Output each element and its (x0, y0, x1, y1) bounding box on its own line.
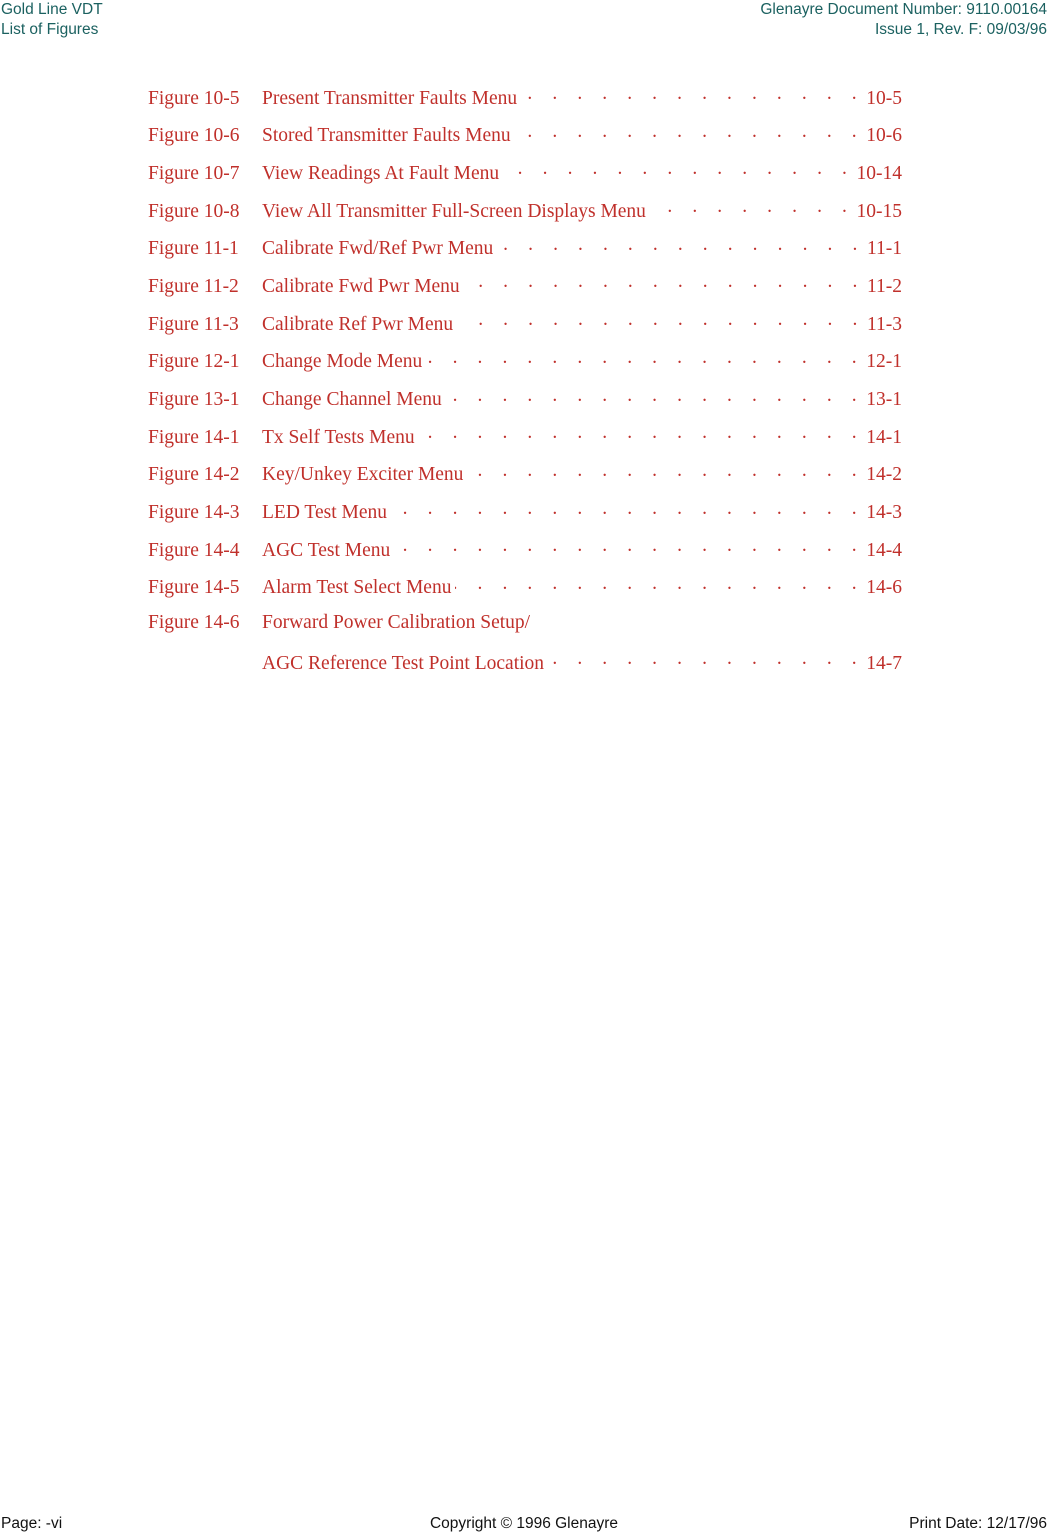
figure-entry-label: Figure 12-1 (148, 351, 240, 373)
figure-entry-page-number: 10-15 (856, 200, 903, 222)
figure-entry-label: Figure 10-5 (148, 87, 240, 109)
header-section-title: List of Figures (1, 20, 99, 38)
figure-entry-title: Alarm Test Select Menu (262, 577, 452, 599)
figure-entry-page-number: 10-14 (856, 162, 903, 184)
header-left-block: Gold Line VDT List of Figures (1, 0, 103, 39)
figure-entry-page-number: 14-6 (866, 577, 902, 599)
figure-entry-row[interactable]: Figure 14-4 AGC Test Menu 14-4 (148, 536, 902, 574)
figure-entry-title: Key/Unkey Exciter Menu (262, 464, 464, 486)
figure-entry-label: Figure 11-2 (148, 275, 239, 297)
figure-entry-row[interactable]: Figure 14-6 Forward Power Calibration Set… (148, 612, 902, 650)
footer-page-number: Page: -vi (1, 1515, 63, 1532)
figure-entry-title: Tx Self Tests Menu (262, 426, 415, 448)
figure-entry-page-number: 14-1 (866, 426, 902, 448)
footer-copyright: Copyright © 1996 Glenayre (429, 1515, 619, 1532)
figure-entry-label: Figure 14-5 (148, 577, 240, 599)
figure-entry-row[interactable]: Figure 11-1 Calibrate Fwd/Ref Pwr Menu 11-… (148, 235, 902, 273)
dot-leader (394, 536, 864, 556)
figure-entry-row[interactable]: Figure 14-3 LED Test Menu 14-3 (148, 499, 902, 537)
figure-entry-row[interactable]: Figure 10-8 View All Transmitter Full-Scr… (148, 197, 902, 235)
figure-entry-page-number: 11-3 (866, 313, 902, 335)
figure-entry-row[interactable]: Figure 12-1 Change Mode Menu 12-1 (148, 348, 902, 386)
figure-entry-page-number: 11-2 (866, 275, 902, 297)
dot-leader (515, 122, 865, 142)
figure-entry-label: Figure 11-3 (148, 313, 239, 335)
page-header: Gold Line VDT List of Figures Glenayre D… (0, 0, 1048, 40)
figure-entry-title: Stored Transmitter Faults Menu (262, 125, 511, 147)
footer-print-date: Print Date: 12/17/96 (909, 1515, 1047, 1532)
dot-leader (457, 310, 865, 330)
dot-leader (650, 197, 855, 217)
figure-entry-title: Calibrate Ref Pwr Menu (262, 313, 454, 335)
figure-entry-title: Calibrate Fwd/Ref Pwr Menu (262, 238, 494, 260)
figure-entry-row[interactable]: Figure 10-6 Stored Transmitter Faults Men… (148, 122, 902, 160)
list-of-figures: Figure 10-5 Present Transmitter Faults Me… (148, 84, 902, 687)
figure-entry-page-number: 13-1 (866, 389, 902, 410)
dot-leader (426, 348, 864, 368)
figure-entry-row[interactable]: Figure 11-2 Calibrate Fwd Pwr Menu 11-2 (148, 272, 902, 310)
figure-entry-page-number: 10-5 (866, 87, 902, 109)
dot-leader (548, 649, 864, 669)
figure-entry-page-number: 11-1 (866, 238, 902, 260)
figure-entry-title: AGC Test Menu (262, 539, 391, 561)
dot-leader (391, 499, 864, 519)
dot-leader (446, 386, 864, 406)
figure-entry-page-number: 14-4 (866, 539, 902, 561)
figure-entry-page-number: 14-7 (866, 652, 902, 674)
page-footer: Page: -vi Copyright © 1996 Glenayre Prin… (0, 1497, 1048, 1537)
figure-entry-page-number: 14-3 (866, 502, 902, 524)
header-issue-revision: Issue 1, Rev. F: 09/03/96 (874, 20, 1047, 38)
figure-entry-title: LED Test Menu (262, 502, 388, 524)
dot-leader (455, 574, 864, 594)
figure-entry-label: Figure 14-4 (148, 539, 240, 561)
figure-entry-title: AGC Reference Test Point Location (262, 652, 545, 674)
header-document-title: Gold Line VDT (1, 1, 103, 18)
dot-leader (419, 423, 865, 443)
figure-entry-label: Figure 10-6 (148, 125, 240, 147)
figure-entry-row[interactable]: Figure 11-3 Calibrate Ref Pwr Menu 11-3 (148, 310, 902, 348)
dot-leader (503, 159, 854, 179)
figure-entry-title: Change Mode Menu (262, 351, 423, 373)
figure-entry-title: View Readings At Fault Menu (262, 162, 500, 184)
dot-leader (467, 461, 864, 481)
figure-entry-title: Change Channel Menu (262, 389, 442, 410)
figure-entry-row[interactable]: Figure 14-2 Key/Unkey Exciter Menu 14-2 (148, 461, 902, 499)
figure-entry-title: Forward Power Calibration Setup/ (262, 611, 531, 633)
figure-entry-label: Figure 14-3 (148, 502, 240, 524)
header-document-number: Glenayre Document Number: 9110.00164 (760, 1, 1047, 18)
figure-entry-row[interactable]: Figure 14-5 Alarm Test Select Menu 14-6 (148, 574, 902, 612)
figure-entry-label: Figure 14-1 (148, 426, 240, 448)
dot-leader (521, 84, 864, 104)
header-right-block: Glenayre Document Number: 9110.00164 Iss… (760, 0, 1047, 39)
figure-entry-label: Figure 11-1 (148, 238, 239, 260)
figure-entry-page-number: 10-6 (866, 125, 902, 147)
figure-entry-label: Figure 14-6 (148, 611, 240, 633)
figure-entry-row[interactable]: AGC Reference Test Point Location 14-7 (148, 649, 902, 687)
figure-entry-title: Present Transmitter Faults Menu (262, 87, 518, 109)
figure-entry-title: View All Transmitter Full-Screen Display… (262, 200, 646, 222)
figure-entry-row[interactable]: Figure 13-1 Change Channel Menu 13-1 (148, 386, 902, 424)
figure-entry-row[interactable]: Figure 10-7 View Readings At Fault Menu 10… (148, 159, 902, 197)
figure-entry-page-number: 12-1 (866, 351, 902, 373)
figure-entry-label: Figure 10-8 (148, 200, 240, 222)
figure-entry-page-number: 14-2 (866, 464, 902, 486)
figure-entry-row[interactable]: Figure 10-5 Present Transmitter Faults Me… (148, 84, 902, 122)
dot-leader (464, 272, 865, 292)
figure-entry-title: Calibrate Fwd Pwr Menu (262, 275, 460, 297)
dot-leader (497, 235, 865, 255)
figure-entry-label: Figure 10-7 (148, 162, 240, 184)
figure-entry-label: Figure 13-1 (148, 389, 240, 410)
figure-entry-row[interactable]: Figure 14-1 Tx Self Tests Menu 14-1 (148, 423, 902, 461)
figure-entry-label: Figure 14-2 (148, 464, 240, 486)
